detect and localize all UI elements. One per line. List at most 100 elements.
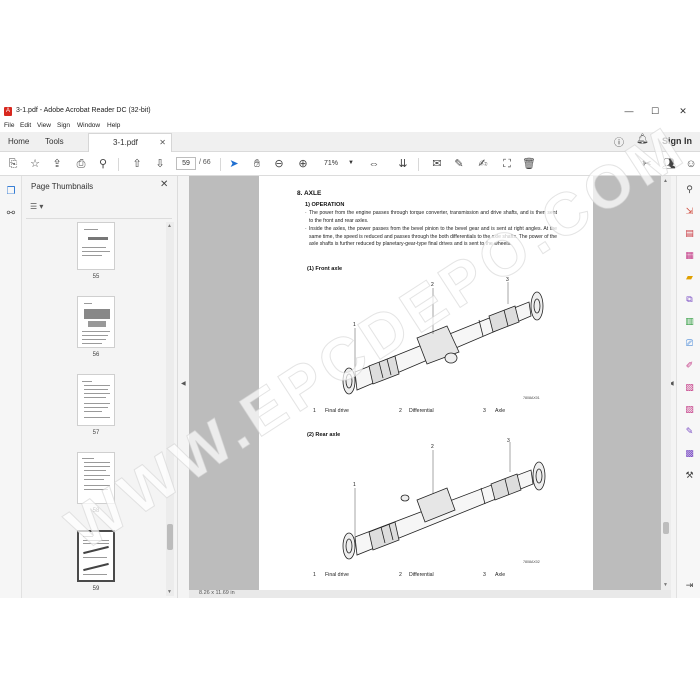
export-pdf-icon[interactable]: ⇲ [684,206,695,217]
maximize-button[interactable]: ☐ [644,104,666,118]
front-axle-heading: (1) Front axle [307,266,343,272]
thumbnail-scroll-thumb[interactable] [167,524,173,550]
more-tools-icon[interactable]: ⚒ [684,470,695,481]
status-bar: 8.26 x 11.69 in [189,590,671,598]
next-page-icon[interactable]: ⇩ [153,157,167,171]
collapse-left-panel-icon[interactable]: ◀ [181,380,186,387]
front-legend-3-label: Axle [495,408,506,414]
rear-legend-3-num: 3 [483,572,486,578]
fill-sign-tool-icon[interactable]: ✎ [684,426,695,437]
thumbnail-label-56: 56 [92,352,100,358]
tab-close-icon[interactable]: ✕ [159,134,166,152]
acrobat-icon: A [4,107,12,116]
send-for-signature-icon[interactable]: ▩ [684,448,695,459]
front-callout-3: 3 [506,277,509,283]
doc-scroll-thumb[interactable] [663,522,669,534]
thumbnail-scrollbar[interactable]: ▲ ▼ [166,222,174,596]
tab-home[interactable]: Home [8,132,29,152]
attachment-icon[interactable]: ⚯ [5,208,17,220]
menu-edit[interactable]: Edit [20,122,31,129]
thumbnail-page-56[interactable] [77,296,115,348]
sign-in-button[interactable]: Sign In [662,136,692,146]
fill-sign-icon[interactable]: ✍ [476,157,490,171]
section-title: 8. AXLE [297,190,322,197]
operation-paragraph-1: The power from the engine passes through… [309,210,557,224]
menu-view[interactable]: View [37,122,51,129]
upload-icon[interactable]: ⇪ [50,157,64,171]
thumbnail-page-58[interactable] [77,452,115,504]
redact-icon[interactable]: ▧ [684,382,695,393]
tab-document[interactable]: 3-1.pdf ✕ [88,133,172,152]
zoom-out-icon[interactable]: ⊖ [272,157,286,171]
comment-tool-icon[interactable]: ▰ [684,272,695,283]
document-viewport[interactable]: 8. AXLE 1) OPERATION · The power from th… [189,176,661,590]
menu-sign[interactable]: Sign [57,122,70,129]
menu-file[interactable]: File [4,122,14,129]
stamp-icon[interactable]: ⛶ [500,157,514,171]
menu-help[interactable]: Help [107,122,120,129]
print-icon[interactable]: ⎙ [74,157,88,171]
document-scrollbar[interactable]: ▲ ▼ [661,176,671,590]
scroll-up-icon[interactable]: ▲ [167,223,172,229]
scan-ocr-icon[interactable]: ⎚ [684,338,695,349]
expand-tools-pane-icon[interactable]: ⇥ [684,580,695,591]
window-title: 3-1.pdf - Adobe Acrobat Reader DC (32-bi… [16,107,151,114]
scroll-down-icon[interactable]: ▼ [167,589,172,595]
menu-bar: File Edit View Sign Window Help [0,120,700,132]
zoom-dropdown[interactable]: 71% ▼ [318,157,356,170]
thumbnail-label-55: 55 [92,274,100,280]
doc-scroll-down-icon[interactable]: ▼ [663,582,668,588]
search-tool-icon[interactable]: ⚲ [684,184,695,195]
rear-legend-1-label: Final drive [325,572,349,578]
create-pdf-icon[interactable]: ⎘ [6,157,20,171]
select-cursor-icon[interactable]: ➤ [227,157,241,171]
menu-window[interactable]: Window [77,122,100,129]
thumbnail-page-57[interactable] [77,374,115,426]
thumbnail-page-59[interactable] [77,530,115,582]
rear-callout-3: 3 [507,438,510,444]
search-icon[interactable]: ⚲ [96,157,110,171]
scroll-mode-icon[interactable]: ⇊ [396,157,410,171]
create-pdf-tool-icon[interactable]: ▤ [684,228,695,239]
comment-icon[interactable]: ✉ [430,157,444,171]
account-icon[interactable]: ☺ [684,157,698,171]
page-thumbnails-panel: Page Thumbnails ✕ ☰ ▾ 55 56 57 58 59 ▲ ▼ [22,176,178,598]
highlight-pen-icon[interactable]: ✎ [452,157,466,171]
organize-pages-icon[interactable]: ▥ [684,316,695,327]
user-share-icon[interactable]: 👥︎ [662,157,676,171]
pdf-page: 8. AXLE 1) OPERATION · The power from th… [259,176,593,590]
left-navigation-rail: ❐ ⚯ [0,176,22,598]
share-icon[interactable]: ✂ [640,157,654,171]
page-fit-icon[interactable]: ⇔ [367,157,381,171]
front-legend-3-num: 3 [483,408,486,414]
compress-icon[interactable]: ▨ [684,404,695,415]
front-figure-code: 7808AX01 [523,396,540,400]
page-thumbnails-icon[interactable]: ❐ [5,186,17,198]
acrobat-window: A 3-1.pdf - Adobe Acrobat Reader DC (32-… [0,102,700,598]
close-button[interactable]: ✕ [672,104,694,118]
help-icon[interactable]: ⓘ [614,134,624,149]
rear-legend-2-label: Differential [409,572,434,578]
previous-page-icon[interactable]: ⇧ [130,157,144,171]
thumbnail-options-icon[interactable]: ☰ ▾ [30,202,52,214]
zoom-in-icon[interactable]: ⊕ [296,157,310,171]
operation-paragraph-2: Inside the axles, the power passes from … [309,226,557,247]
tab-bar: Home Tools 3-1.pdf ✕ ⓘ 🔔︎ Sign In [0,132,700,152]
edit-pdf-icon[interactable]: ▦ [684,250,695,261]
delete-icon[interactable]: 🗑︎ [522,157,536,171]
thumbnail-page-55[interactable] [77,222,115,270]
rear-legend-3-label: Axle [495,572,506,578]
front-callout-2: 2 [431,282,434,288]
page-number-input[interactable]: 59 [176,157,196,170]
hand-tool-icon[interactable]: ✋︎ [250,157,264,171]
combine-files-icon[interactable]: ⧉ [684,294,695,305]
protect-icon[interactable]: ✐ [684,360,695,371]
minimize-button[interactable]: — [618,104,640,118]
notification-bell-icon[interactable]: 🔔︎ [636,134,649,145]
doc-scroll-up-icon[interactable]: ▲ [663,178,668,184]
thumbnail-label-59: 59 [92,586,100,592]
bookmark-star-icon[interactable]: ☆ [28,157,42,171]
tab-tools[interactable]: Tools [45,132,64,152]
operation-heading: 1) OPERATION [305,202,345,208]
panel-close-icon[interactable]: ✕ [160,179,168,190]
